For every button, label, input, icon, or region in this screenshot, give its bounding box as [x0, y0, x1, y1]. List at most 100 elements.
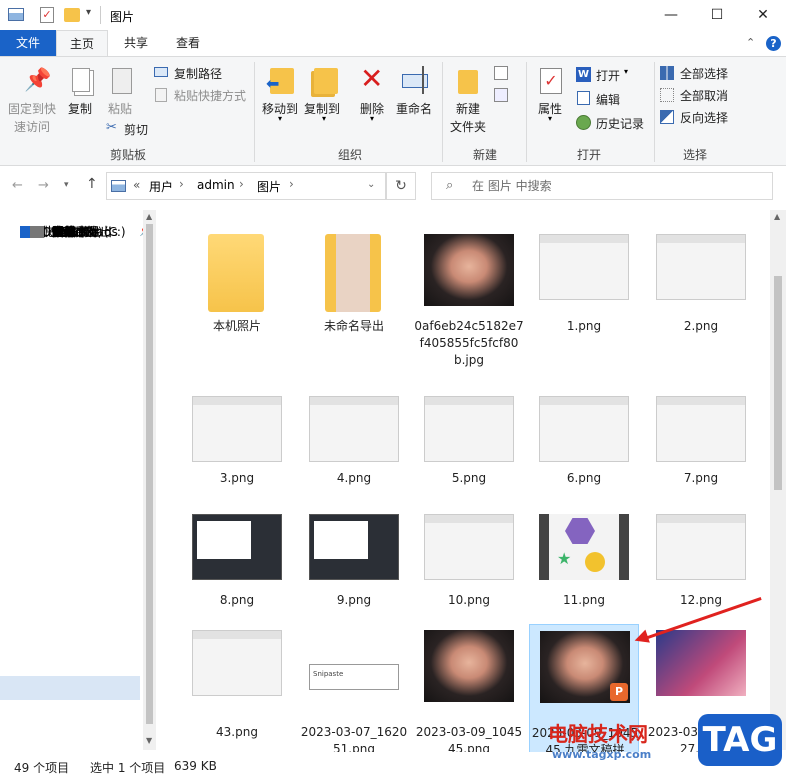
copy-path-button[interactable]: 复制路径: [154, 64, 254, 82]
new-folder-button[interactable]: 新建 文件夹: [446, 62, 490, 138]
breadcrumb-pictures[interactable]: 图片: [257, 178, 281, 195]
sidebar-item[interactable]: 图片: [0, 225, 140, 436]
sidebar-item[interactable]: 视频: [0, 225, 140, 556]
back-arrow-icon[interactable]: ←: [12, 178, 23, 193]
up-arrow-icon[interactable]: ↑: [86, 176, 98, 192]
collapse-ribbon-icon[interactable]: ⌃: [746, 36, 755, 49]
sidebar-item[interactable]: 资源文件📌: [0, 225, 152, 364]
file-item[interactable]: 7.png: [646, 396, 756, 520]
properties-quick-icon[interactable]: ✓: [40, 7, 54, 23]
file-item[interactable]: 未命名导出: [299, 226, 409, 368]
breadcrumb-separator[interactable]: ›: [289, 177, 294, 191]
sidebar-item[interactable]: 未命名导出: [0, 225, 140, 460]
sidebar-item[interactable]: OneDrive: [0, 225, 140, 484]
maximize-button[interactable]: ☐: [694, 0, 740, 30]
open-button[interactable]: W 打开 ▾: [576, 66, 646, 84]
sidebar-item[interactable]: Video: [0, 225, 140, 412]
cut-button[interactable]: ✂ 剪切: [106, 120, 166, 138]
sidebar-item[interactable]: Downloads: [0, 225, 140, 388]
text-cursor-icon: [422, 66, 424, 94]
minimize-button[interactable]: —: [648, 0, 694, 30]
breadcrumb-separator[interactable]: ›: [239, 177, 244, 191]
sidebar-item[interactable]: 文档📌: [0, 225, 152, 316]
breadcrumb-overflow[interactable]: «: [133, 178, 140, 192]
scroll-down-icon[interactable]: ▼: [146, 736, 152, 745]
sidebar-item[interactable]: 下载: [0, 225, 140, 628]
forward-arrow-icon[interactable]: →: [38, 178, 49, 193]
scroll-up-icon[interactable]: ▲: [774, 212, 780, 221]
pin-quick-access-button[interactable]: 📌 固定到快 速访问: [4, 62, 64, 138]
select-all-button[interactable]: 全部选择: [660, 64, 750, 82]
sidebar-item[interactable]: 本地磁盘 (C:): [0, 225, 140, 700]
file-item[interactable]: 10.png: [414, 514, 524, 642]
sidebar-item[interactable]: 桌面📌: [0, 225, 152, 268]
copy-button[interactable]: 复制: [64, 62, 100, 122]
tab-home[interactable]: 主页: [56, 30, 108, 56]
image-thumbnail: [192, 514, 282, 580]
properties-button[interactable]: ✓ 属性 ▾: [532, 62, 572, 124]
file-name: 7.png: [683, 471, 719, 485]
file-item[interactable]: 3.png: [182, 396, 292, 520]
breadcrumb-users[interactable]: 用户: [149, 178, 173, 195]
file-item[interactable]: 5.png: [414, 396, 524, 520]
history-button[interactable]: 历史记录: [576, 114, 656, 132]
sidebar-item[interactable]: 桌面: [0, 225, 140, 676]
file-item[interactable]: 本机照片: [182, 226, 292, 368]
watermark-url: www.tagxp.com: [552, 748, 652, 761]
thumbnail-text: Snipaste: [313, 670, 344, 678]
move-to-button[interactable]: ⬅ 移动到 ▾: [260, 62, 304, 124]
sidebar-item[interactable]: 软件 (D:): [0, 225, 140, 724]
select-none-button[interactable]: 全部取消: [660, 86, 750, 104]
file-item[interactable]: 1.png: [529, 226, 639, 368]
file-item[interactable]: ★ 11.png: [529, 514, 639, 642]
sidebar-item[interactable]: 3D 对象: [0, 225, 140, 532]
nav-scrollbar[interactable]: ▲ ▼: [143, 210, 156, 750]
recent-locations-icon[interactable]: ▾: [64, 180, 69, 190]
image-thumbnail: [424, 234, 514, 306]
delete-button[interactable]: ✕ 删除 ▾: [356, 62, 392, 124]
close-button[interactable]: ✕: [740, 0, 786, 30]
sidebar-item[interactable]: 此电脑: [0, 225, 140, 508]
address-history-dropdown-icon[interactable]: ⌄: [367, 179, 375, 190]
file-item[interactable]: 4.png: [299, 396, 409, 520]
tab-share[interactable]: 共享: [112, 30, 160, 56]
sidebar-item[interactable]: 音乐: [0, 225, 140, 652]
ribbon-separator: [654, 62, 655, 162]
search-input[interactable]: ⌕ 在 图片 中搜索: [431, 172, 773, 200]
refresh-icon[interactable]: ↻: [386, 172, 416, 200]
file-item[interactable]: 8.png: [182, 514, 292, 642]
annotation-arrow: ◀: [631, 597, 766, 650]
content-scroll-thumb[interactable]: [774, 276, 782, 490]
tab-file[interactable]: 文件: [0, 30, 56, 56]
new-item-icon[interactable]: [494, 66, 508, 80]
address-bar[interactable]: « 用户 › admin › 图片 › ⌄: [106, 172, 386, 200]
file-view: 本机照片 未命名导出 0af6eb24c5182e7f405855fc5fcf80b…: [160, 204, 770, 768]
paste-button[interactable]: 粘贴: [104, 62, 140, 122]
file-item[interactable]: 6.png: [529, 396, 639, 520]
delete-dropdown-icon: ▾: [370, 114, 375, 123]
file-item[interactable]: 2.png: [646, 226, 756, 368]
easy-access-icon[interactable]: [494, 88, 508, 102]
sidebar-item[interactable]: 图片📌: [0, 225, 152, 340]
rename-button[interactable]: 重命名: [396, 62, 440, 124]
copy-to-button[interactable]: 复制到 ▾: [304, 62, 348, 124]
nav-scroll-thumb[interactable]: [146, 224, 153, 724]
file-item[interactable]: 0af6eb24c5182e7f405855fc5fcf80b.jpg: [414, 226, 524, 368]
file-item[interactable]: 9.png: [299, 514, 409, 642]
tab-view[interactable]: 查看: [164, 30, 212, 56]
qat-dropdown-icon[interactable]: ▾: [86, 7, 91, 18]
edit-button[interactable]: 编辑: [576, 90, 646, 108]
watermark-site: 电脑技术网: [548, 722, 648, 746]
invert-selection-button[interactable]: 反向选择: [660, 108, 750, 126]
breadcrumb-admin[interactable]: admin: [197, 178, 235, 192]
breadcrumb-separator[interactable]: ›: [179, 177, 184, 191]
sidebar-item[interactable]: 文档: [0, 225, 140, 604]
sidebar-item[interactable]: 下载📌: [0, 225, 152, 292]
sidebar-item[interactable]: 图片: [0, 225, 140, 580]
help-icon[interactable]: ?: [766, 36, 781, 51]
content-scrollbar[interactable]: ▲ ▼: [770, 210, 786, 750]
scroll-up-icon[interactable]: ▲: [146, 212, 152, 221]
paste-shortcut-button[interactable]: 粘贴快捷方式: [154, 86, 254, 104]
new-folder-quick-icon[interactable]: [64, 8, 80, 22]
copy-label: 复制: [68, 102, 93, 116]
